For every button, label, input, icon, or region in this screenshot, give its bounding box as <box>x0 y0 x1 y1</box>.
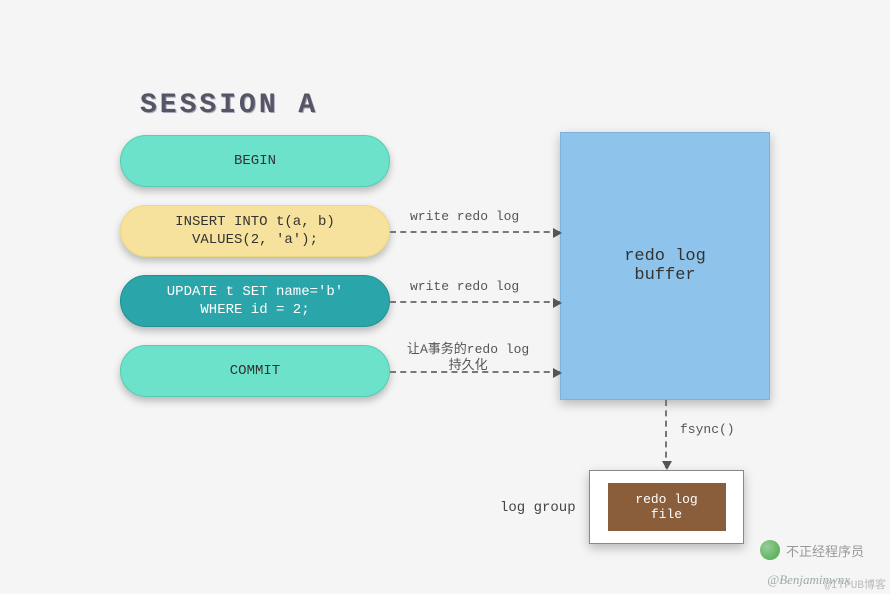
session-title: SESSION A <box>140 90 318 121</box>
step-insert: INSERT INTO t(a, b) VALUES(2, 'a'); <box>120 205 390 257</box>
arrow-label-commit: 让A事务的redo log 持久化 <box>407 342 529 373</box>
log-group-label: log group <box>500 500 576 516</box>
arrow-update-to-buffer <box>390 301 560 303</box>
step-begin: BEGIN <box>120 135 390 187</box>
corner-watermark: @ITPUB博客 <box>824 576 886 592</box>
log-group-box: redo log file <box>589 470 744 544</box>
redo-log-file: redo log file <box>608 483 726 531</box>
arrow-insert-to-buffer <box>390 231 560 233</box>
step-update: UPDATE t SET name='b' WHERE id = 2; <box>120 275 390 327</box>
arrow-label-fsync: fsync() <box>680 422 735 437</box>
arrow-label-insert: write redo log <box>410 209 519 224</box>
watermark: 不正经程序员 <box>760 540 864 560</box>
step-commit: COMMIT <box>120 345 390 397</box>
arrow-label-update: write redo log <box>410 279 519 294</box>
watermark-text: 不正经程序员 <box>786 541 864 560</box>
arrow-buffer-to-file <box>665 400 667 468</box>
redo-log-buffer: redo log buffer <box>560 132 770 400</box>
wechat-icon <box>760 540 780 560</box>
